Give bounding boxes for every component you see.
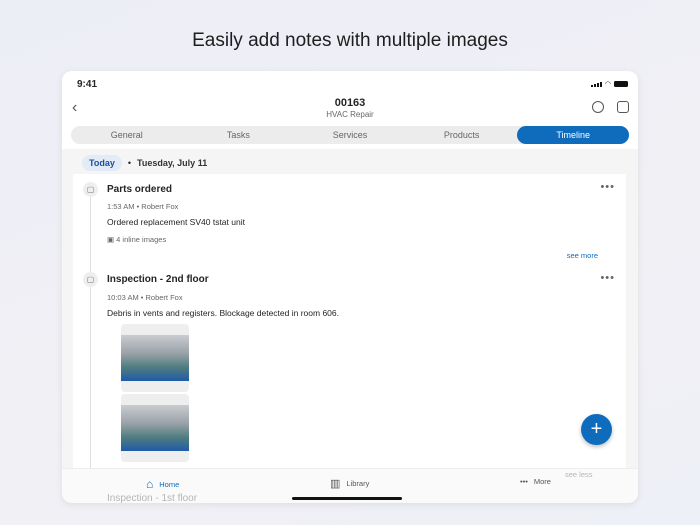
- entry-title[interactable]: Parts ordered: [107, 184, 172, 195]
- more-options-button[interactable]: •••: [600, 181, 615, 193]
- nav-more-label: More: [533, 477, 551, 486]
- nav-library-label: Library: [346, 479, 370, 488]
- image-thumbnail[interactable]: [121, 324, 189, 392]
- hvac-photo: [121, 405, 189, 451]
- signal-icon: [590, 81, 602, 87]
- image-thumbnail[interactable]: [121, 394, 189, 462]
- page-subtitle: HVAC Repair: [326, 110, 374, 119]
- entry-body: Ordered replacement SV40 tstat unit: [107, 217, 245, 227]
- nav-more[interactable]: ••• More: [520, 477, 551, 486]
- image-icon: ▣: [107, 235, 117, 244]
- note-icon: ▢: [83, 182, 98, 197]
- entry-title[interactable]: Inspection - 2nd floor: [107, 274, 209, 285]
- tab-products[interactable]: Products: [406, 126, 518, 144]
- add-note-button[interactable]: +: [581, 414, 612, 445]
- entry-meta: 1:53 AM • Robert Fox: [107, 202, 179, 211]
- battery-icon: [614, 81, 628, 87]
- tab-services[interactable]: Services: [294, 126, 406, 144]
- status-icons: ◠: [590, 80, 628, 88]
- more-options-button[interactable]: •••: [600, 272, 615, 284]
- entry-meta: 10:03 AM • Robert Fox: [107, 293, 183, 302]
- tab-timeline[interactable]: Timeline: [517, 126, 629, 144]
- timeline-card: ▢ Parts ordered ••• 1:53 AM • Robert Fox…: [73, 174, 626, 474]
- entry-title-faded: Inspection - 1st floor: [107, 493, 198, 503]
- headline: Easily add notes with multiple images: [192, 30, 508, 51]
- open-external-icon[interactable]: [617, 101, 629, 113]
- timeline-line: [90, 194, 91, 474]
- status-time: 9:41: [77, 79, 98, 90]
- copilot-icon[interactable]: [592, 101, 604, 113]
- tab-bar: General Tasks Services Products Timeline: [71, 126, 629, 144]
- tab-tasks[interactable]: Tasks: [183, 126, 295, 144]
- more-icon: •••: [520, 477, 528, 486]
- header: 9:41 ◠ ‹ 00163 HVAC Repair General Tasks…: [62, 71, 638, 149]
- home-icon: ⌂: [146, 477, 154, 491]
- entry-body: Debris in vents and registers. Blockage …: [107, 308, 339, 318]
- nav-home-label: Home: [159, 479, 180, 489]
- note-icon: ▢: [83, 272, 98, 287]
- date-label: Tuesday, July 11: [137, 158, 208, 168]
- inline-images: ▣ 4 inline images: [107, 235, 166, 244]
- tab-general[interactable]: General: [71, 126, 183, 144]
- see-less-link[interactable]: see less: [565, 470, 593, 479]
- wifi-icon: ◠: [604, 81, 611, 88]
- see-more-link[interactable]: see more: [567, 251, 598, 260]
- today-badge: Today: [82, 155, 122, 171]
- date-row: Today • Tuesday, July 11: [82, 155, 207, 171]
- nav-home[interactable]: ⌂ Home: [146, 477, 179, 491]
- nav-library[interactable]: ▥ Library: [330, 477, 369, 490]
- hvac-photo: [121, 335, 189, 381]
- device-frame: 9:41 ◠ ‹ 00163 HVAC Repair General Tasks…: [62, 71, 638, 503]
- library-icon: ▥: [330, 478, 341, 490]
- page-title: 00163: [334, 97, 366, 109]
- home-indicator: [292, 497, 402, 500]
- inline-images-label: 4 inline images: [116, 235, 167, 244]
- date-separator: •: [127, 158, 131, 168]
